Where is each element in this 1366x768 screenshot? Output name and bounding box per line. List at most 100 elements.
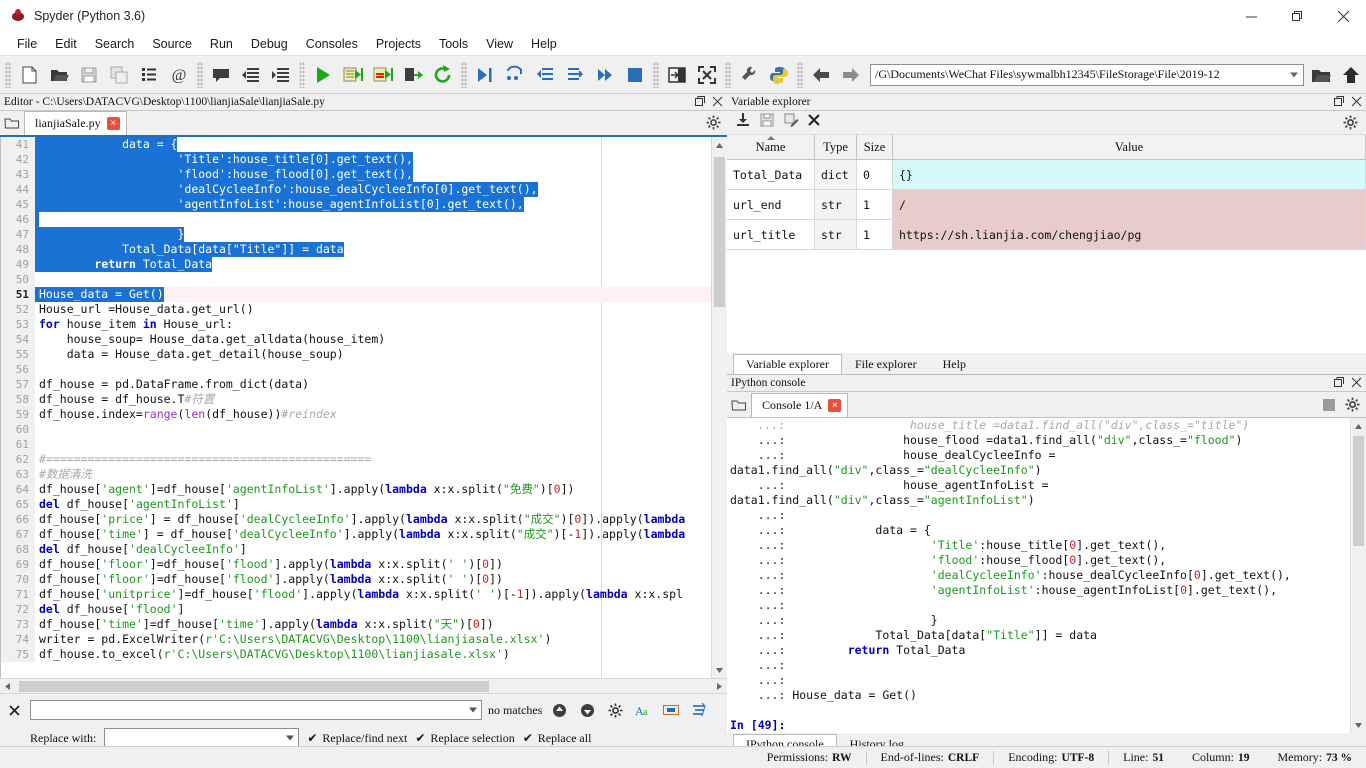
code-line[interactable]: 61: [1, 437, 711, 452]
comment-icon[interactable]: [206, 60, 236, 90]
code-line[interactable]: 75 df_house.to_excel(r'C:\Users\DATACVG\D…: [1, 647, 711, 662]
tab-variable-explorer[interactable]: Variable explorer: [733, 354, 842, 374]
table-row[interactable]: url_title str 1 https://sh.lianjia.com/chen…: [727, 220, 1366, 250]
close-console-pane-icon[interactable]: [1351, 376, 1363, 388]
code-line[interactable]: 72 del df_house['flood']: [1, 602, 711, 617]
code-line[interactable]: 52 House_url =House_data.get_url(): [1, 302, 711, 317]
replace-find-next-button[interactable]: ✔ Replace/find next: [307, 731, 407, 746]
variables-table[interactable]: Name Type Size Value Total_Data dict 0{} ur…: [727, 135, 1366, 353]
code-line[interactable]: 73 df_house['time']=df_house['time'].appl…: [1, 617, 711, 632]
menu-run[interactable]: Run: [201, 34, 242, 54]
run-selection-icon[interactable]: [398, 60, 428, 90]
column-header-name[interactable]: Name: [727, 135, 815, 159]
match-case-icon[interactable]: Aa: [632, 700, 654, 720]
close-findbar-icon[interactable]: [4, 704, 24, 716]
column-header-value[interactable]: Value: [893, 135, 1366, 159]
editor-horizontal-scrollbar[interactable]: [0, 678, 727, 693]
code-line[interactable]: 74 writer = pd.ExcelWriter(r'C:\Users\DAT…: [1, 632, 711, 647]
unindent-icon[interactable]: [236, 60, 266, 90]
code-line[interactable]: 68 del df_house['dealCycleeInfo']: [1, 542, 711, 557]
console-options-gear-icon[interactable]: [1345, 397, 1360, 417]
undock-console-icon[interactable]: [1333, 376, 1345, 388]
scroll-right-icon[interactable]: [712, 679, 727, 694]
whole-words-icon[interactable]: [660, 700, 682, 720]
menu-tools[interactable]: Tools: [430, 34, 477, 54]
menu-file[interactable]: File: [8, 34, 46, 54]
scroll-down-icon[interactable]: [712, 662, 727, 678]
replace-selection-button[interactable]: ✔ Replace selection: [415, 731, 514, 746]
browse-dir-icon[interactable]: [1306, 60, 1336, 90]
code-line[interactable]: 59 df_house.index=range(len(df_house))#re…: [1, 407, 711, 422]
code-line[interactable]: 66 df_house['price'] = df_house['dealCycl…: [1, 512, 711, 527]
console-vertical-scrollbar[interactable]: [1350, 418, 1366, 733]
import-data-icon[interactable]: [735, 112, 751, 133]
editor-hscroll-track[interactable]: [15, 679, 712, 694]
new-file-icon[interactable]: [14, 60, 44, 90]
console-scroll-track[interactable]: [1351, 434, 1366, 717]
find-previous-icon[interactable]: [548, 700, 570, 720]
maximize-icon[interactable]: [1274, 0, 1320, 32]
minimize-icon[interactable]: [1228, 0, 1274, 32]
column-header-size[interactable]: Size: [857, 135, 893, 159]
back-icon[interactable]: [806, 60, 836, 90]
console-text[interactable]: ...: house_title =data1.find_all("div",c…: [730, 418, 1350, 733]
code-line[interactable]: 48 Total_Data[data["Title"]] = data: [1, 242, 711, 257]
close-tab-icon[interactable]: ×: [106, 117, 120, 130]
menu-source[interactable]: Source: [143, 34, 201, 54]
editor-options-gear-icon[interactable]: [706, 115, 721, 135]
editor-vertical-scrollbar[interactable]: [711, 137, 727, 678]
maximize-pane-icon[interactable]: [662, 60, 692, 90]
code-line[interactable]: 71 df_house['unitprice']=df_house['flood'…: [1, 587, 711, 602]
code-line[interactable]: 42 'Title':house_title[0].get_text(),: [1, 152, 711, 167]
browse-tabs-icon[interactable]: [727, 393, 751, 417]
toolbar-grip-5[interactable]: [653, 61, 659, 88]
code-line[interactable]: 54 house_soup= House_data.get_alldata(ho…: [1, 332, 711, 347]
code-line[interactable]: 46: [1, 212, 711, 227]
code-line[interactable]: 45 'agentInfoList':house_agentInfoList[0…: [1, 197, 711, 212]
save-data-icon[interactable]: [759, 112, 775, 133]
find-next-icon[interactable]: [576, 700, 598, 720]
close-editor-pane-icon[interactable]: [712, 95, 724, 107]
code-line[interactable]: 62 #=====================================…: [1, 452, 711, 467]
menu-consoles[interactable]: Consoles: [297, 34, 367, 54]
tab-file-explorer[interactable]: File explorer: [842, 354, 930, 374]
run-cell-icon[interactable]: [338, 60, 368, 90]
search-input[interactable]: [30, 700, 482, 720]
run-cell-advance-icon[interactable]: [368, 60, 398, 90]
save-file-icon[interactable]: [74, 60, 104, 90]
editor-hscroll-thumb[interactable]: [19, 680, 489, 692]
menu-view[interactable]: View: [477, 34, 522, 54]
close-variable-explorer-icon[interactable]: [1351, 95, 1363, 107]
table-row[interactable]: Total_Data dict 0{}: [727, 160, 1366, 190]
code-line[interactable]: 47 }: [1, 227, 711, 242]
console-output[interactable]: ...: house_title =data1.find_all("div",c…: [727, 418, 1366, 733]
replace-all-button[interactable]: ✔ Replace all: [523, 731, 592, 746]
code-line[interactable]: 41 data = {: [1, 137, 711, 152]
code-line[interactable]: 51 House_data = Get(): [1, 287, 711, 302]
menu-search[interactable]: Search: [86, 34, 144, 54]
close-icon[interactable]: [1320, 0, 1366, 32]
menu-edit[interactable]: Edit: [46, 34, 86, 54]
code-line[interactable]: 50: [1, 272, 711, 287]
editor-tab-lianjiaSale[interactable]: lianjiaSale.py ×: [24, 111, 127, 135]
fullscreen-icon[interactable]: [692, 60, 722, 90]
regex-icon[interactable]: [688, 700, 710, 720]
save-as-icon[interactable]: [783, 112, 799, 133]
toolbar-grip-4[interactable]: [461, 61, 467, 88]
close-console-icon[interactable]: ×: [828, 399, 842, 412]
code-line[interactable]: 57 df_house = pd.DataFrame.from_dict(data…: [1, 377, 711, 392]
code-line[interactable]: 67 df_house['time'] = df_house['dealCycle…: [1, 527, 711, 542]
scroll-left-icon[interactable]: [0, 679, 15, 694]
code-line[interactable]: 43 'flood':house_flood[0].get_text(),: [1, 167, 711, 182]
toolbar-grip[interactable]: [5, 61, 11, 88]
editor-scroll-thumb[interactable]: [714, 157, 725, 307]
find-in-files-icon[interactable]: @: [164, 60, 194, 90]
working-directory-combo[interactable]: /G\Documents\WeChat Files\sywmalbh12345\…: [870, 63, 1304, 86]
scroll-up-icon[interactable]: [1351, 418, 1366, 434]
debug-file-icon[interactable]: [470, 60, 500, 90]
scroll-down-icon[interactable]: [1351, 717, 1366, 733]
parent-dir-icon[interactable]: [1336, 60, 1366, 90]
menu-help[interactable]: Help: [522, 34, 566, 54]
code-line[interactable]: 65 del df_house['agentInfoList']: [1, 497, 711, 512]
code-line[interactable]: 56: [1, 362, 711, 377]
